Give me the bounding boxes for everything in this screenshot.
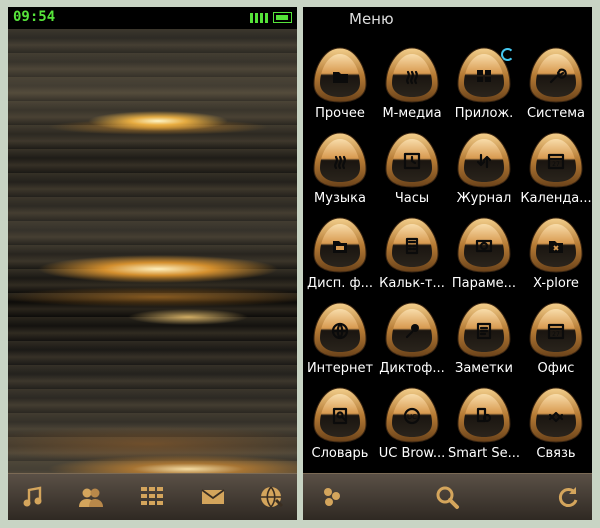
app-label: Журнал: [456, 191, 512, 206]
music-icon[interactable]: [20, 484, 46, 510]
svg-text:27: 27: [552, 331, 560, 338]
app-label: Прочее: [315, 106, 365, 121]
svg-text:27: 27: [552, 161, 560, 168]
mail-icon[interactable]: [200, 484, 226, 510]
app-folder[interactable]: Прочее: [303, 46, 377, 131]
app-label: UC Brow...: [378, 446, 446, 461]
home-screen: 09:54: [8, 7, 297, 520]
globe-icon: [312, 301, 368, 359]
menu-screen: Меню Прочее М-медиа Прилож. Система Музыка Ча…: [303, 7, 592, 520]
browser-icon[interactable]: [258, 484, 284, 510]
dictionary-icon: [312, 386, 368, 444]
app-log-arrows[interactable]: Журнал: [447, 131, 521, 216]
media-waves-icon: [384, 46, 440, 104]
app-microphone[interactable]: Диктоф...: [375, 301, 449, 386]
log-arrows-icon: [456, 131, 512, 189]
app-clock[interactable]: Часы: [375, 131, 449, 216]
signal-icon: [250, 13, 268, 23]
contacts-icon[interactable]: [78, 484, 104, 510]
menu-title: Меню: [349, 10, 394, 28]
calendar-office-icon: 27: [528, 301, 584, 359]
wrench-icon: [528, 46, 584, 104]
app-media-waves[interactable]: М-медиа: [375, 46, 449, 131]
app-label: Словарь: [311, 446, 369, 461]
status-bar: 09:54: [8, 7, 297, 29]
app-file-manager[interactable]: Дисп. ф...: [303, 216, 377, 301]
app-label: М-медиа: [382, 106, 442, 121]
home-bottom-bar: [8, 473, 297, 520]
wallpaper-image: [8, 29, 297, 473]
app-wrench[interactable]: Система: [519, 46, 592, 131]
x-folder-icon: [528, 216, 584, 274]
app-label: Календа...: [520, 191, 592, 206]
app-dictionary[interactable]: Словарь: [303, 386, 377, 471]
settings-icon: [456, 216, 512, 274]
notes-icon: [456, 301, 512, 359]
app-label: Кальк-т...: [379, 276, 445, 291]
app-label: Дисп. ф...: [306, 276, 374, 291]
uc-browser-icon: UC: [384, 386, 440, 444]
app-music-waves[interactable]: Музыка: [303, 131, 377, 216]
app-label: Офис: [537, 361, 575, 376]
app-globe[interactable]: Интернет: [303, 301, 377, 386]
options-icon[interactable]: [319, 484, 345, 510]
app-label: Система: [526, 106, 586, 121]
app-label: Прилож.: [454, 106, 514, 121]
app-label: Smart Se...: [447, 446, 521, 461]
app-calculator[interactable]: Кальк-т...: [375, 216, 449, 301]
calculator-icon: [384, 216, 440, 274]
svg-text:UC: UC: [407, 413, 417, 421]
app-calendar-office[interactable]: 27 Офис: [519, 301, 592, 386]
connectivity-icon: [528, 386, 584, 444]
app-label: Параме...: [451, 276, 517, 291]
app-settings[interactable]: Параме...: [447, 216, 521, 301]
dialpad-icon[interactable]: [139, 484, 165, 510]
music-waves-icon: [312, 131, 368, 189]
battery-icon: [273, 12, 292, 23]
app-notes[interactable]: Заметки: [447, 301, 521, 386]
refresh-icon[interactable]: [555, 484, 581, 510]
apps-grid-icon: [456, 46, 512, 104]
app-label: Интернет: [306, 361, 374, 376]
file-manager-icon: [312, 216, 368, 274]
app-label: X-plore: [533, 276, 579, 291]
folder-icon: [312, 46, 368, 104]
app-apps-grid[interactable]: Прилож.: [447, 46, 521, 131]
app-label: Часы: [394, 191, 430, 206]
menu-bottom-bar: [303, 473, 592, 520]
calendar-icon: 27: [528, 131, 584, 189]
app-smart-search[interactable]: Smart Se...: [447, 386, 521, 471]
microphone-icon: [384, 301, 440, 359]
clock-icon: [384, 131, 440, 189]
clock: 09:54: [13, 9, 56, 25]
smart-search-icon: [456, 386, 512, 444]
app-label: Диктоф...: [379, 361, 445, 376]
app-uc-browser[interactable]: UC UC Brow...: [375, 386, 449, 471]
app-label: Связь: [536, 446, 576, 461]
app-label: Музыка: [314, 191, 366, 206]
app-label: Заметки: [455, 361, 513, 376]
app-x-folder[interactable]: X-plore: [519, 216, 592, 301]
app-calendar[interactable]: 27 Календа...: [519, 131, 592, 216]
app-connectivity[interactable]: Связь: [519, 386, 592, 471]
search-icon[interactable]: [434, 484, 460, 510]
